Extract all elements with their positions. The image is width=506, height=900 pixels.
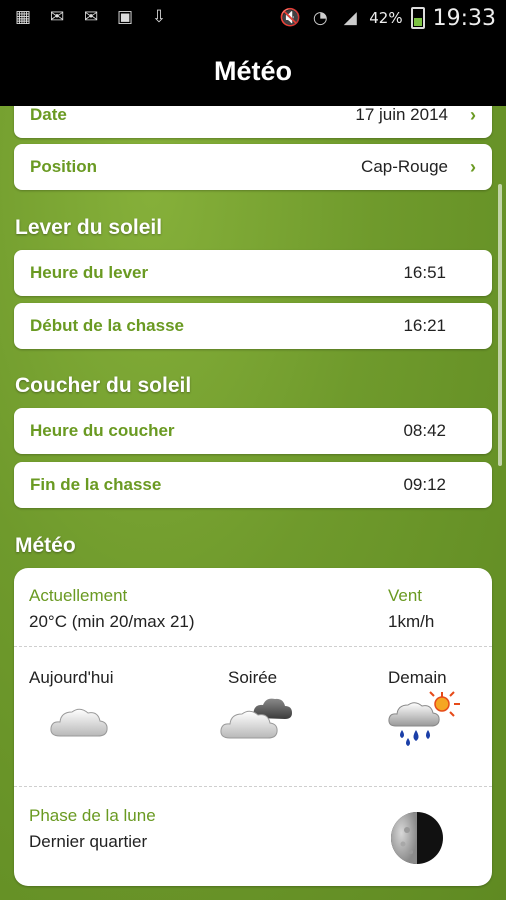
silent-icon: 🔇 [279,8,301,28]
cloud-icon [50,708,108,737]
hunt-end-row: Fin de la chasse 09:12 [14,462,492,508]
download-icon: ⇩ [151,7,167,27]
hunt-start-label: Début de la chasse [30,316,185,335]
current-temperature: 20°C (min 20/max 21) [29,612,195,631]
position-value: Cap-Rouge [361,157,448,176]
sunrise-time-value: 16:51 [403,263,446,282]
scrollbar[interactable] [498,184,502,466]
moon-phase-label: Phase de la lune [29,806,156,825]
weather-section-title: Météo [15,534,76,557]
email-icon: ✉ [83,7,99,27]
gallery-icon: ▣ [116,7,134,27]
content-scroll-area[interactable]: Date 17 juin 2014 › Position Cap-Rouge ›… [0,106,506,900]
sunrise-time-row: Heure du lever 16:51 [14,250,492,296]
hunt-end-label: Fin de la chasse [30,475,162,494]
divider [14,646,492,647]
app-title-bar: Météo [0,36,506,106]
sunset-time-label: Heure du coucher [30,421,175,440]
moon-last-quarter-icon [391,812,443,864]
rain-sun-icon [388,691,460,746]
status-bar: ▦ ✉ ✉ ▣ ⇩ 🔇 ◔ ◢ 42% 19:33 [0,0,506,36]
sunrise-section-title: Lever du soleil [15,216,163,239]
position-label: Position [30,157,98,176]
date-label: Date [30,106,67,124]
position-row[interactable]: Position Cap-Rouge › [14,144,492,190]
battery-icon [410,7,425,29]
clock: 19:33 [432,5,496,31]
sunset-time-row: Heure du coucher 08:42 [14,408,492,454]
sim-icon: ▦ [14,7,32,27]
current-label: Actuellement [29,586,128,605]
forecast-evening-label: Soirée [228,668,278,687]
battery-percent: 42% [369,9,403,27]
signal-icon: ◢ [343,8,357,28]
forecast-tomorrow-label: Demain [388,668,447,687]
sms-icon: ✉ [49,7,65,27]
sunrise-time-label: Heure du lever [30,263,149,282]
date-value: 17 juin 2014 [355,106,448,124]
sunset-section-title: Coucher du soleil [15,374,192,397]
sunset-time-value: 08:42 [403,421,446,440]
page-title: Météo [213,55,292,86]
hunt-end-value: 09:12 [403,475,446,494]
hunt-start-value: 16:21 [403,316,446,335]
chevron-right-icon: › [470,156,476,177]
wind-value: 1km/h [388,612,435,631]
weather-card: Actuellement 20°C (min 20/max 21) Vent 1… [14,568,492,886]
moon-phase-value: Dernier quartier [29,832,148,851]
wind-label: Vent [388,586,423,605]
cloudy-night-icon [220,698,292,739]
chevron-right-icon: › [470,106,476,125]
date-row[interactable]: Date 17 juin 2014 › [14,106,492,138]
wifi-icon: ◔ [312,8,328,28]
hunt-start-row: Début de la chasse 16:21 [14,303,492,349]
forecast-today-label: Aujourd'hui [29,668,114,687]
divider [14,786,492,787]
